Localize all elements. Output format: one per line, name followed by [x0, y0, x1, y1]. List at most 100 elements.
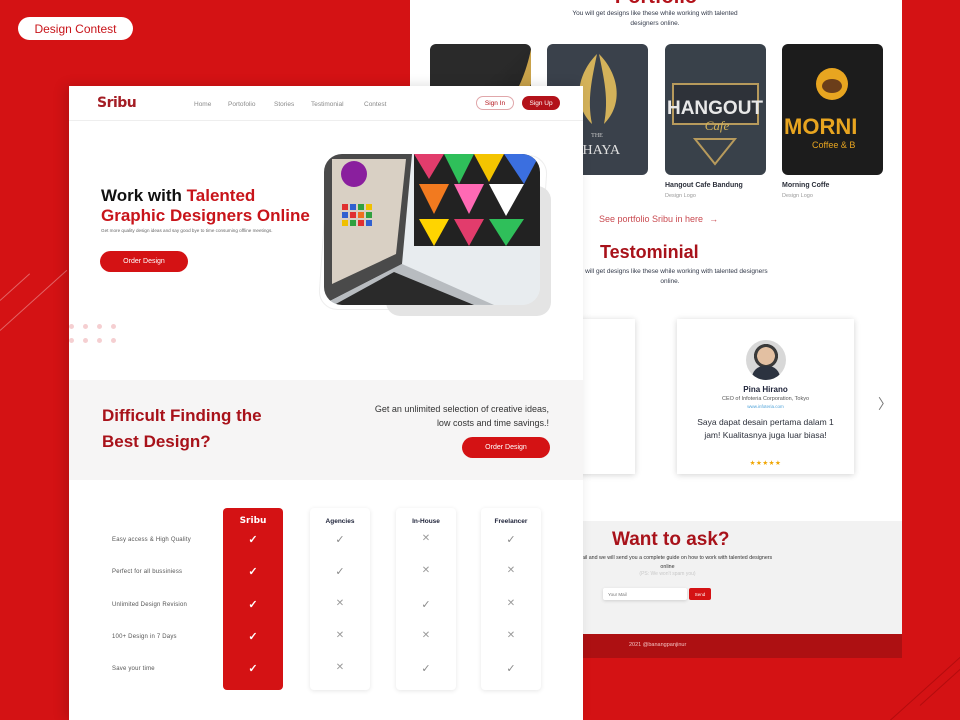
- cross-icon: ✕: [421, 630, 431, 641]
- decorative-dot: [97, 324, 102, 329]
- order-design-button[interactable]: Order Design: [100, 251, 188, 272]
- testimonial-title: Testominial: [600, 242, 699, 262]
- comparison-column-header: Agencies: [325, 518, 355, 525]
- comparison-column-sribu: Sribu ✓ ✓ ✓ ✓ ✓: [223, 508, 283, 690]
- check-icon: ✓: [506, 534, 516, 546]
- check-icon: ✓: [421, 663, 431, 675]
- see-portfolio-label: See portfolio Sribu in here: [599, 214, 704, 224]
- chevron-right-icon[interactable]: 〉: [878, 394, 892, 414]
- decorative-dot: [97, 338, 102, 343]
- testimonial-website-link[interactable]: www.infoteria.com: [677, 404, 854, 409]
- comparison-column-header: In-House: [412, 518, 440, 525]
- band-text-line1: Get an unlimited selection of creative i…: [374, 404, 549, 414]
- portfolio-card[interactable]: HANGOUT Cafe: [665, 44, 766, 175]
- svg-text:Cafe: Cafe: [705, 118, 730, 133]
- comparison-feature-label: Unlimited Design Revision: [112, 602, 188, 608]
- design-contest-badge: Design Contest: [18, 17, 133, 40]
- comparison-column-in-house: In-House ✕ ✕ ✓ ✕ ✓: [396, 508, 456, 690]
- nav-portofolio[interactable]: Portofolio: [228, 101, 255, 108]
- front-page-preview: Sribu Home Portofolio Stories Testimonia…: [69, 86, 583, 720]
- svg-text:HANGOUT: HANGOUT: [667, 98, 763, 119]
- send-button[interactable]: Send: [689, 588, 711, 600]
- nav-testimonial[interactable]: Testimonial: [311, 101, 344, 108]
- svg-text:THE: THE: [591, 133, 603, 139]
- check-icon: ✓: [248, 566, 258, 578]
- check-icon: ✓: [506, 663, 516, 675]
- portfolio-item-type: Design Logo: [782, 193, 813, 199]
- arrow-right-icon: →: [709, 214, 719, 224]
- portfolio-image-morning: MORNI Coffee & B: [782, 44, 883, 175]
- band-title: Difficult Finding the Best Design?: [102, 403, 262, 455]
- hero-title-part2: Talented: [186, 186, 256, 205]
- decorative-line: [0, 273, 31, 301]
- order-design-button[interactable]: Order Design: [462, 437, 550, 458]
- cross-icon: ✕: [335, 630, 345, 641]
- portfolio-card[interactable]: MORNI Coffee & B: [782, 44, 883, 175]
- cross-icon: ✕: [335, 662, 345, 673]
- ask-subtitle: your email and we will send you a comple…: [562, 555, 773, 570]
- decorative-dot: [83, 324, 88, 329]
- navbar: Sribu Home Portofolio Stories Testimonia…: [69, 86, 583, 121]
- cross-icon: ✕: [506, 565, 516, 576]
- portfolio-item-name: Hangout Cafe Bandung: [665, 182, 743, 189]
- band-description: Get an unlimited selection of creative i…: [375, 402, 549, 430]
- testimonial-subtitle: You will get designs like these while wo…: [572, 268, 768, 285]
- hero-laptop-image: [324, 154, 540, 305]
- cross-icon: ✕: [335, 598, 345, 609]
- band-title-line2: Best Design?: [102, 432, 211, 451]
- decorative-dot: [69, 338, 74, 343]
- svg-text:MORNI: MORNI: [784, 114, 857, 139]
- ask-ps-note: (PS: We won't spam you): [639, 571, 696, 577]
- check-icon: ✓: [248, 534, 258, 546]
- portfolio-title: Portfolio: [410, 0, 902, 9]
- testimonial-quote: Saya dapat desain pertama dalam 1 jam! K…: [697, 417, 834, 440]
- ask-title: Want to ask?: [612, 529, 730, 550]
- svg-text:Coffee & B: Coffee & B: [812, 140, 855, 150]
- cross-icon: ✕: [506, 598, 516, 609]
- decorative-line: [0, 269, 68, 331]
- cross-icon: ✕: [421, 533, 431, 544]
- decorative-dot: [111, 338, 116, 343]
- nav-stories[interactable]: Stories: [274, 101, 294, 108]
- nav-contest[interactable]: Contest: [364, 101, 386, 108]
- check-icon: ✓: [335, 534, 345, 546]
- sign-in-button[interactable]: Sign In: [476, 96, 514, 110]
- nav-home[interactable]: Home: [194, 101, 211, 108]
- decorative-line: [919, 658, 960, 706]
- comparison-feature-label: 100+ Design in 7 Days: [112, 634, 177, 640]
- check-icon: ✓: [248, 599, 258, 611]
- portfolio-image-hangout: HANGOUT Cafe: [665, 44, 766, 175]
- sign-up-button[interactable]: Sign Up: [522, 96, 560, 110]
- avatar: [746, 340, 786, 380]
- hero-title-part1: Work with: [101, 186, 187, 205]
- check-icon: ✓: [335, 566, 345, 578]
- testimonial-card: Pina Hirano CEO of Infoteria Corporation…: [677, 319, 854, 474]
- email-input[interactable]: [603, 588, 687, 600]
- comparison-column-header: Freelancer: [494, 518, 528, 525]
- portfolio-subtitle: You will get designs like these while wo…: [572, 10, 738, 27]
- hero-subtitle: Get more quality design ideas and say go…: [101, 228, 273, 233]
- footer-copyright: 2021 @banangpanjinur: [629, 642, 687, 648]
- check-icon: ✓: [248, 631, 258, 643]
- comparison-column-agencies: Agencies ✓ ✓ ✕ ✕ ✕: [310, 508, 370, 690]
- see-portfolio-link[interactable]: See portfolio Sribu in here →: [599, 214, 718, 224]
- band-text-line2: low costs and time savings.!: [436, 418, 549, 428]
- check-icon: ✓: [248, 663, 258, 675]
- cross-icon: ✕: [421, 565, 431, 576]
- star-rating-icon: ★★★★★: [749, 460, 782, 467]
- comparison-column-freelancer: Freelancer ✓ ✕ ✕ ✕ ✓: [481, 508, 541, 690]
- cta-band: Difficult Finding the Best Design? Get a…: [69, 380, 583, 480]
- portfolio-item-type: Design Logo: [665, 193, 696, 199]
- hero-title-line2: Graphic Designers Online: [101, 206, 310, 225]
- comparison-feature-label: Save your time: [112, 666, 155, 672]
- cross-icon: ✕: [506, 630, 516, 641]
- comparison-feature-label: Easy access & High Quality: [112, 537, 191, 543]
- portfolio-item-name: Morning Coffe: [782, 182, 830, 189]
- decorative-dot: [83, 338, 88, 343]
- sribu-logo[interactable]: Sribu: [97, 95, 137, 111]
- band-title-line1: Difficult Finding the: [102, 406, 262, 425]
- testimonial-role: CEO of Infoteria Corporation, Tokyo: [721, 396, 810, 402]
- comparison-feature-label: Perfect for all bussiniess: [112, 569, 183, 575]
- decorative-dot: [111, 324, 116, 329]
- check-icon: ✓: [421, 599, 431, 611]
